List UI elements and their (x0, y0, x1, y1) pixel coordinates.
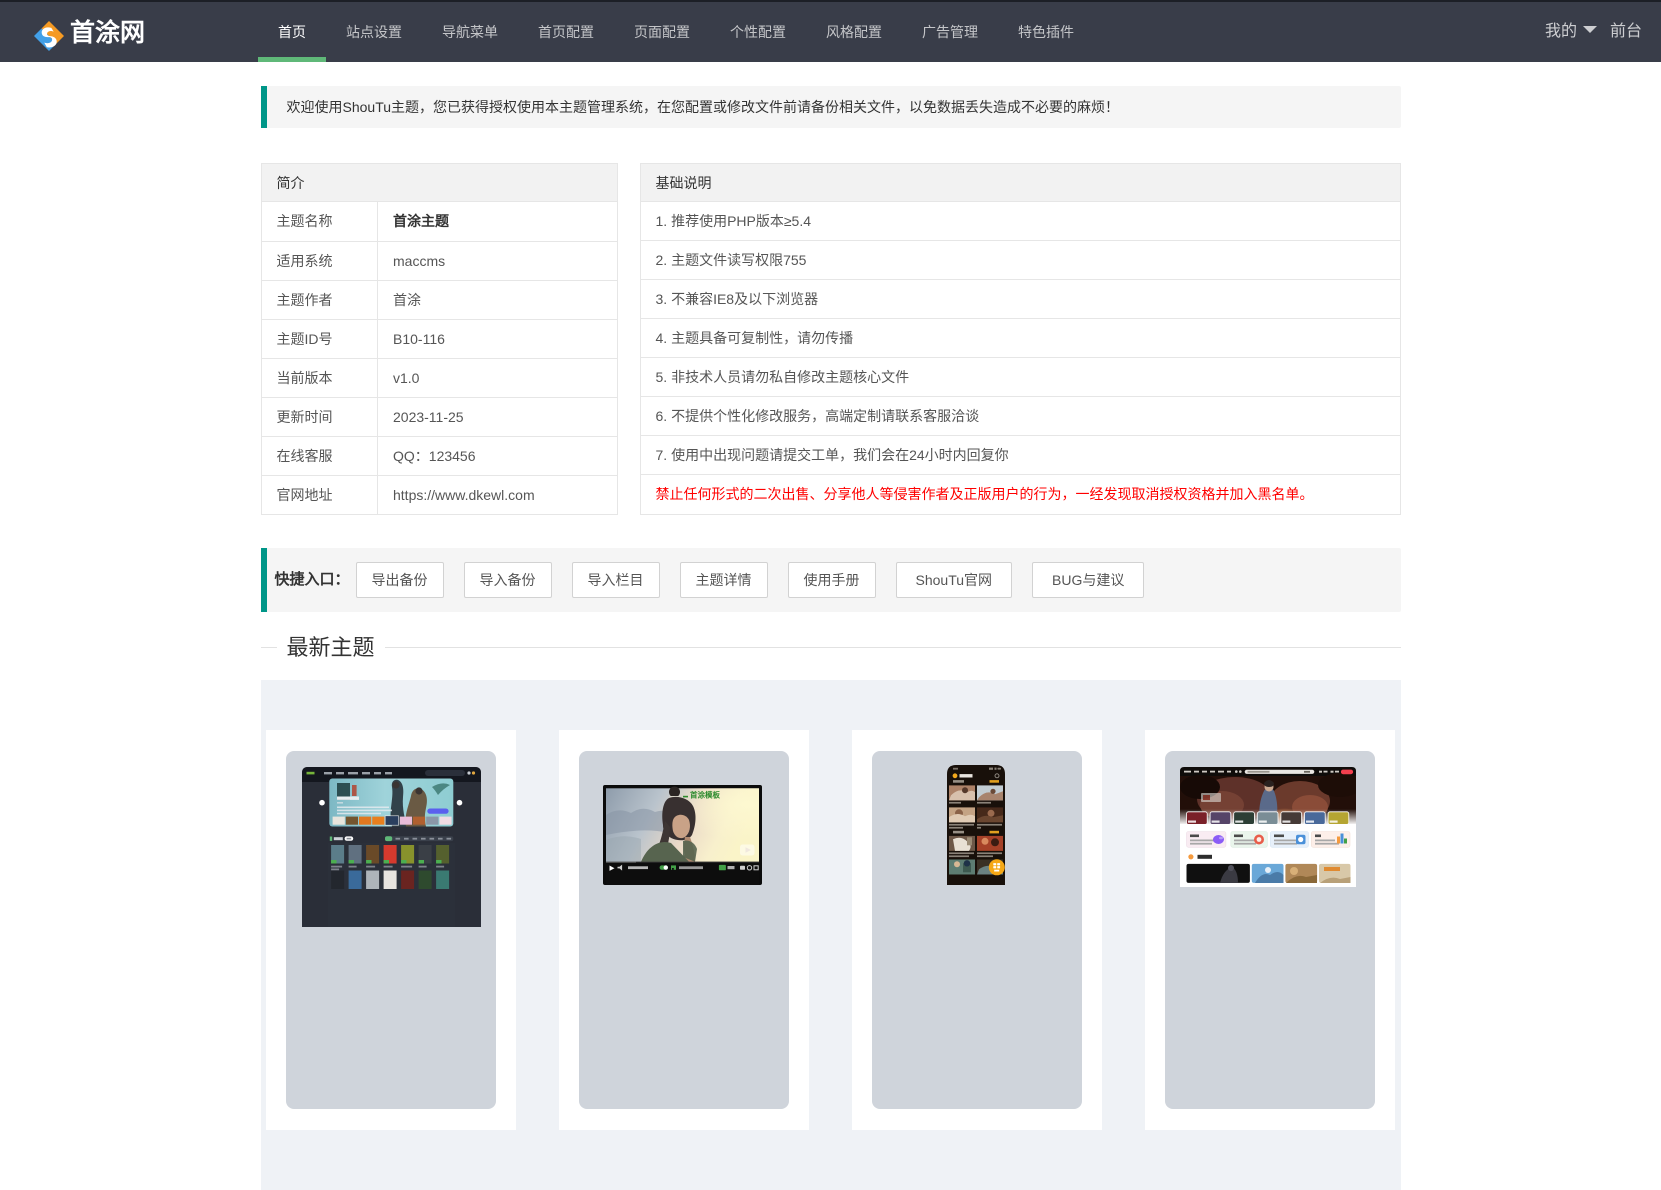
svg-text:首涂模板: 首涂模板 (690, 790, 720, 800)
